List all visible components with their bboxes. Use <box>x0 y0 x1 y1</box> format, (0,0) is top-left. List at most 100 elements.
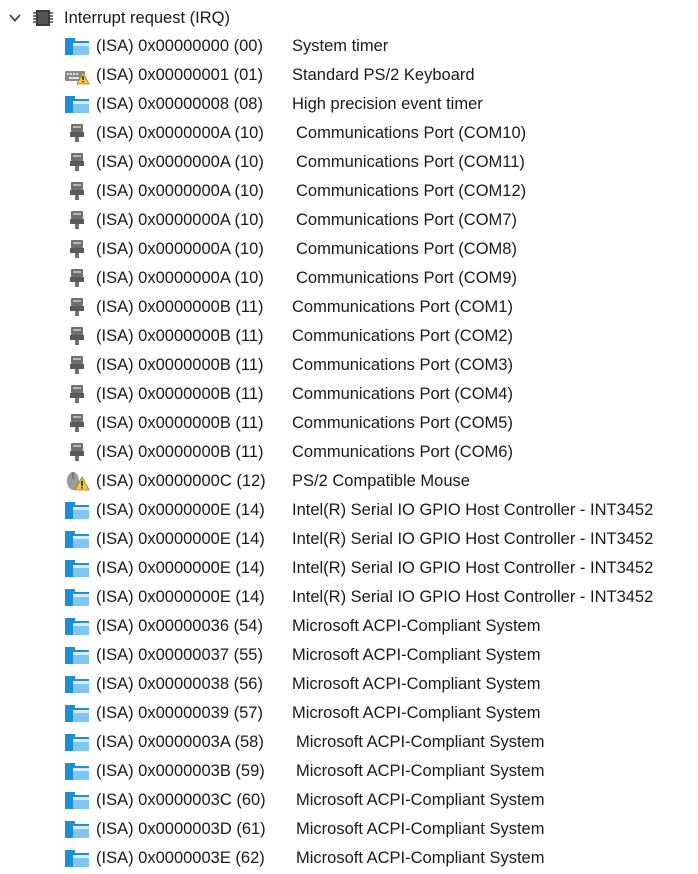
tree-item-row[interactable]: (ISA) 0x00000039 (57) Microsoft ACPI-Comp… <box>0 699 698 728</box>
device-description: Microsoft ACPI-Compliant System <box>292 617 541 635</box>
device-description: Communications Port (COM4) <box>292 385 513 403</box>
system-device-icon <box>64 93 90 115</box>
device-description: PS/2 Compatible Mouse <box>292 472 470 490</box>
tree-item-row[interactable]: (ISA) 0x00000037 (55) Microsoft ACPI-Comp… <box>0 641 698 670</box>
irq-address: (ISA) 0x0000000A (10) <box>96 240 264 258</box>
tree-item-row[interactable]: (ISA) 0x0000000A (10) Communications Port… <box>0 148 698 177</box>
device-description: Communications Port (COM12) <box>296 182 527 200</box>
system-device-icon <box>64 586 90 608</box>
tree-item-row[interactable]: (ISA) 0x0000000E (14) Intel(R) Serial IO … <box>0 525 698 554</box>
irq-address: (ISA) 0x00000039 (57) <box>96 704 263 722</box>
irq-address: (ISA) 0x0000000C (12) <box>96 472 266 490</box>
system-device-icon <box>64 731 90 753</box>
tree-item-row[interactable]: (ISA) 0x0000000A (10) Communications Port… <box>0 264 698 293</box>
system-device-icon <box>64 499 90 521</box>
irq-address: (ISA) 0x0000000A (10) <box>96 182 264 200</box>
system-device-icon <box>64 789 90 811</box>
system-device-icon <box>64 35 90 57</box>
keyboard-warning-icon <box>64 64 90 86</box>
device-description: Intel(R) Serial IO GPIO Host Controller … <box>292 530 654 548</box>
tree-item-row[interactable]: (ISA) 0x0000003D (61) Microsoft ACPI-Comp… <box>0 815 698 844</box>
tree-item-row[interactable]: (ISA) 0x0000000A (10) Communications Port… <box>0 119 698 148</box>
irq-address: (ISA) 0x0000000E (14) <box>96 530 265 548</box>
port-connector-icon <box>64 325 90 347</box>
port-connector-icon <box>64 209 90 231</box>
irq-address: (ISA) 0x0000000B (11) <box>96 327 264 345</box>
device-description: Microsoft ACPI-Compliant System <box>296 791 545 809</box>
tree-item-row[interactable]: (ISA) 0x0000000A (10) Communications Port… <box>0 177 698 206</box>
irq-address: (ISA) 0x00000036 (54) <box>96 617 263 635</box>
irq-address: (ISA) 0x0000000B (11) <box>96 414 264 432</box>
device-description: Microsoft ACPI-Compliant System <box>296 733 545 751</box>
device-description: Microsoft ACPI-Compliant System <box>292 675 541 693</box>
irq-address: (ISA) 0x0000003B (59) <box>96 762 265 780</box>
chevron-down-icon[interactable] <box>0 4 30 32</box>
irq-chip-icon <box>32 7 54 29</box>
irq-address: (ISA) 0x0000000E (14) <box>96 588 265 606</box>
tree-node-label: Interrupt request (IRQ) <box>64 8 230 27</box>
irq-address: (ISA) 0x0000000A (10) <box>96 153 264 171</box>
tree-item-row[interactable]: (ISA) 0x0000000B (11) Communications Port… <box>0 351 698 380</box>
tree-item-row[interactable]: (ISA) 0x0000000C (12) PS/2 Compatible Mou… <box>0 467 698 496</box>
device-description: Communications Port (COM10) <box>296 124 527 142</box>
tree-item-row[interactable]: (ISA) 0x0000000B (11) Communications Port… <box>0 409 698 438</box>
system-device-icon <box>64 702 90 724</box>
device-description: High precision event timer <box>292 95 483 113</box>
irq-address: (ISA) 0x0000000A (10) <box>96 269 264 287</box>
device-description: Communications Port (COM1) <box>292 298 513 316</box>
device-description: Microsoft ACPI-Compliant System <box>296 820 545 838</box>
irq-address: (ISA) 0x0000000B (11) <box>96 443 264 461</box>
device-description: Intel(R) Serial IO GPIO Host Controller … <box>292 501 654 519</box>
mouse-warning-icon <box>64 470 90 492</box>
tree-item-row[interactable]: (ISA) 0x00000000 (00) System timer <box>0 32 698 61</box>
tree-item-row[interactable]: (ISA) 0x0000000B (11) Communications Port… <box>0 438 698 467</box>
tree-item-row[interactable]: (ISA) 0x0000003E (62) Microsoft ACPI-Comp… <box>0 844 698 873</box>
tree-node-irq[interactable]: Interrupt request (IRQ) <box>0 4 230 32</box>
tree-item-row[interactable]: (ISA) 0x0000000B (11) Communications Port… <box>0 293 698 322</box>
tree-item-row[interactable]: (ISA) 0x0000000A (10) Communications Port… <box>0 206 698 235</box>
irq-address: (ISA) 0x0000000B (11) <box>96 356 264 374</box>
irq-address: (ISA) 0x0000000E (14) <box>96 559 265 577</box>
irq-address: (ISA) 0x0000000A (10) <box>96 211 264 229</box>
system-device-icon <box>64 615 90 637</box>
tree-item-row[interactable]: (ISA) 0x0000000B (11) Communications Port… <box>0 322 698 351</box>
irq-address: (ISA) 0x0000000B (11) <box>96 298 264 316</box>
system-device-icon <box>64 644 90 666</box>
device-tree: Interrupt request (IRQ) (ISA) 0x00000000… <box>0 0 698 867</box>
device-description: Microsoft ACPI-Compliant System <box>292 704 541 722</box>
irq-address: (ISA) 0x00000001 (01) <box>96 66 263 84</box>
tree-item-row[interactable]: (ISA) 0x0000000B (11) Communications Port… <box>0 380 698 409</box>
tree-item-row[interactable]: (ISA) 0x0000003B (59) Microsoft ACPI-Comp… <box>0 757 698 786</box>
tree-item-row[interactable]: (ISA) 0x00000001 (01) Standard PS/2 Keybo… <box>0 61 698 90</box>
device-description: System timer <box>292 37 389 55</box>
device-description: Microsoft ACPI-Compliant System <box>296 762 545 780</box>
device-description: Intel(R) Serial IO GPIO Host Controller … <box>292 559 654 577</box>
irq-address: (ISA) 0x00000038 (56) <box>96 675 263 693</box>
tree-item-row[interactable]: (ISA) 0x00000036 (54) Microsoft ACPI-Comp… <box>0 612 698 641</box>
system-device-icon <box>64 557 90 579</box>
tree-item-row[interactable]: (ISA) 0x00000008 (08) High precision even… <box>0 90 698 119</box>
irq-address: (ISA) 0x0000003E (62) <box>96 849 265 867</box>
port-connector-icon <box>64 122 90 144</box>
device-description: Communications Port (COM2) <box>292 327 513 345</box>
tree-item-row[interactable]: (ISA) 0x0000000E (14) Intel(R) Serial IO … <box>0 496 698 525</box>
tree-item-row[interactable]: (ISA) 0x0000000A (10) Communications Port… <box>0 235 698 264</box>
device-description: Intel(R) Serial IO GPIO Host Controller … <box>292 588 654 606</box>
device-description: Microsoft ACPI-Compliant System <box>296 849 545 867</box>
port-connector-icon <box>64 383 90 405</box>
port-connector-icon <box>64 296 90 318</box>
port-connector-icon <box>64 412 90 434</box>
system-device-icon <box>64 760 90 782</box>
device-description: Standard PS/2 Keyboard <box>292 66 475 84</box>
port-connector-icon <box>64 151 90 173</box>
system-device-icon <box>64 673 90 695</box>
tree-item-row[interactable]: (ISA) 0x0000003A (58) Microsoft ACPI-Comp… <box>0 728 698 757</box>
system-device-icon <box>64 528 90 550</box>
tree-item-row[interactable]: (ISA) 0x0000003C (60) Microsoft ACPI-Comp… <box>0 786 698 815</box>
irq-address: (ISA) 0x00000000 (00) <box>96 37 263 55</box>
irq-address: (ISA) 0x0000000B (11) <box>96 385 264 403</box>
system-device-icon <box>64 818 90 840</box>
tree-item-row[interactable]: (ISA) 0x00000038 (56) Microsoft ACPI-Comp… <box>0 670 698 699</box>
tree-item-row[interactable]: (ISA) 0x0000000E (14) Intel(R) Serial IO … <box>0 583 698 612</box>
tree-item-row[interactable]: (ISA) 0x0000000E (14) Intel(R) Serial IO … <box>0 554 698 583</box>
